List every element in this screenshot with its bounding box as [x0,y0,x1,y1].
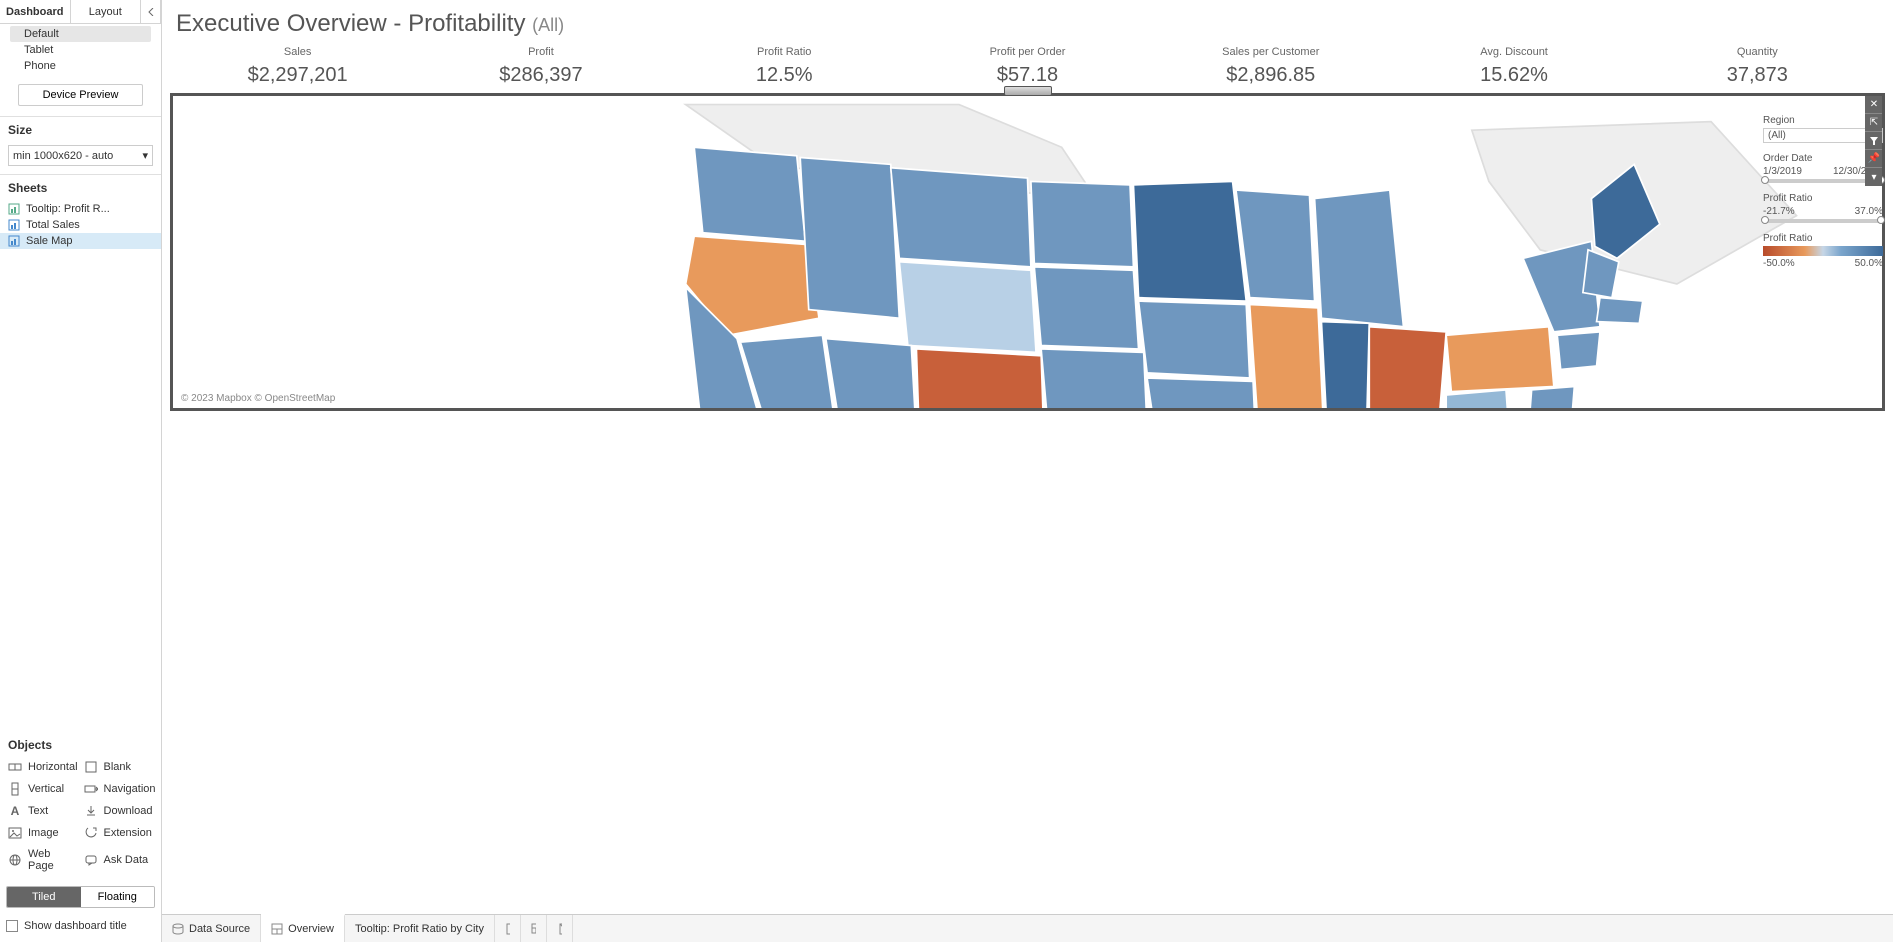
remove-button[interactable]: ✕ [1865,96,1883,114]
new-story-icon [557,922,562,936]
pin-button[interactable]: 📌 [1865,150,1883,168]
sheets-title: Sheets [0,175,161,199]
askdata-icon [84,853,98,867]
close-icon: ✕ [1870,99,1878,110]
kpi-sales: Sales$2,297,201 [176,46,419,87]
obj-text[interactable]: AText [6,802,80,820]
obj-navigation[interactable]: Navigation [82,780,158,798]
chevron-down-icon: ▾ [142,149,148,162]
download-icon [84,804,98,818]
device-tablet[interactable]: Tablet [0,42,161,58]
pin-icon: 📌 [1868,153,1880,164]
tab-layout[interactable]: Layout [71,0,142,23]
sheet-tabstrip: Data Source Overview Tooltip: Profit Rat… [162,914,1893,942]
vertical-icon [8,782,22,796]
show-title-label: Show dashboard title [24,920,127,932]
kpi-sales-per-customer: Sales per Customer$2,896.85 [1149,46,1392,87]
chevron-left-icon [147,8,155,16]
objects-grid: Horizontal Blank Vertical Navigation ATe… [0,756,161,882]
go-to-sheet-button[interactable]: ⇱ [1865,114,1883,132]
checkbox-icon [6,920,18,932]
tab-dashboard[interactable]: Dashboard [0,0,71,23]
external-icon: ⇱ [1870,117,1878,128]
sheets-list: Tooltip: Profit R... Total Sales Sale Ma… [0,199,161,251]
sheet-tooltip-profit[interactable]: Tooltip: Profit R... [0,201,161,217]
tiled-button[interactable]: Tiled [7,887,81,907]
kpi-profit-ratio: Profit Ratio12.5% [663,46,906,87]
tab-data-source[interactable]: Data Source [162,915,261,942]
obj-extension[interactable]: Extension [82,824,158,842]
sale-map-zone[interactable]: ✕ ⇱ 📌 ▾ [170,93,1885,411]
dashboard-canvas: Executive Overview - Profitability (All)… [162,0,1893,942]
new-dashboard-button[interactable] [521,915,547,942]
obj-horizontal[interactable]: Horizontal [6,758,80,776]
extension-icon [84,826,98,840]
resize-handle[interactable] [1004,86,1052,96]
new-worksheet-icon [505,922,510,936]
sheet-sale-map[interactable]: Sale Map [0,233,161,249]
profit-ratio-filter: Profit Ratio -21.7%37.0% [1763,193,1883,223]
profit-ratio-legend: Profit Ratio -50.0%50.0% [1763,233,1883,269]
worksheet-icon [8,219,20,231]
size-dropdown[interactable]: min 1000x620 - auto ▾ [8,145,153,166]
map-attribution: © 2023 Mapbox © OpenStreetMap [181,393,335,404]
blank-icon [84,760,98,774]
show-title-row[interactable]: Show dashboard title [0,912,161,942]
datasource-icon [172,923,184,935]
zone-toolbar: ✕ ⇱ 📌 ▾ [1865,96,1883,186]
worksheet-icon [8,203,20,215]
horizontal-icon [8,760,22,774]
image-icon [8,826,22,840]
obj-download[interactable]: Download [82,802,158,820]
kpi-profit: Profit$286,397 [419,46,662,87]
device-phone[interactable]: Phone [0,58,161,74]
slider-handle-left[interactable] [1761,176,1769,184]
color-legend-bar [1763,246,1883,256]
new-story-button[interactable] [547,915,573,942]
tiled-floating-toggle: Tiled Floating [6,886,155,908]
kpi-quantity: Quantity37,873 [1636,46,1879,87]
kpi-avg-discount: Avg. Discount15.62% [1392,46,1635,87]
floating-button[interactable]: Floating [81,887,155,907]
kpi-profit-per-order: Profit per Order$57.18 [906,46,1149,87]
ratio-slider[interactable] [1763,219,1883,223]
worksheet-icon [8,235,20,247]
new-worksheet-button[interactable] [495,915,521,942]
dashboard-title: Executive Overview - Profitability (All) [162,0,1893,42]
slider-handle-left[interactable] [1761,216,1769,224]
obj-vertical[interactable]: Vertical [6,780,80,798]
side-panel: Dashboard Layout Default Tablet Phone De… [0,0,162,942]
sheet-total-sales[interactable]: Total Sales [0,217,161,233]
navigation-icon [84,782,98,796]
filter-button[interactable] [1865,132,1883,150]
obj-image[interactable]: Image [6,824,80,842]
dashboard-icon [271,923,283,935]
filter-icon [1869,136,1879,146]
chevron-down-icon: ▾ [1871,172,1876,183]
side-tabs: Dashboard Layout [0,0,161,24]
obj-blank[interactable]: Blank [82,758,158,776]
objects-title: Objects [0,732,161,756]
text-icon: A [8,804,22,818]
slider-handle-right[interactable] [1877,216,1885,224]
device-list: Default Tablet Phone [0,24,161,80]
tab-overview[interactable]: Overview [261,914,345,942]
sheet-label: Total Sales [26,219,80,231]
collapse-sidebar[interactable] [141,0,161,23]
sheet-label: Sale Map [26,235,72,247]
size-value: min 1000x620 - auto [13,150,113,162]
more-button[interactable]: ▾ [1865,168,1883,186]
obj-askdata[interactable]: Ask Data [82,846,158,874]
size-title: Size [0,117,161,141]
device-default[interactable]: Default [10,26,151,42]
sheet-label: Tooltip: Profit R... [26,203,110,215]
globe-icon [8,853,22,867]
new-dashboard-icon [531,922,536,936]
tab-tooltip-profit-ratio[interactable]: Tooltip: Profit Ratio by City [345,915,495,942]
obj-webpage[interactable]: Web Page [6,846,80,874]
device-preview-button[interactable]: Device Preview [18,84,143,106]
us-map[interactable] [173,96,1882,411]
